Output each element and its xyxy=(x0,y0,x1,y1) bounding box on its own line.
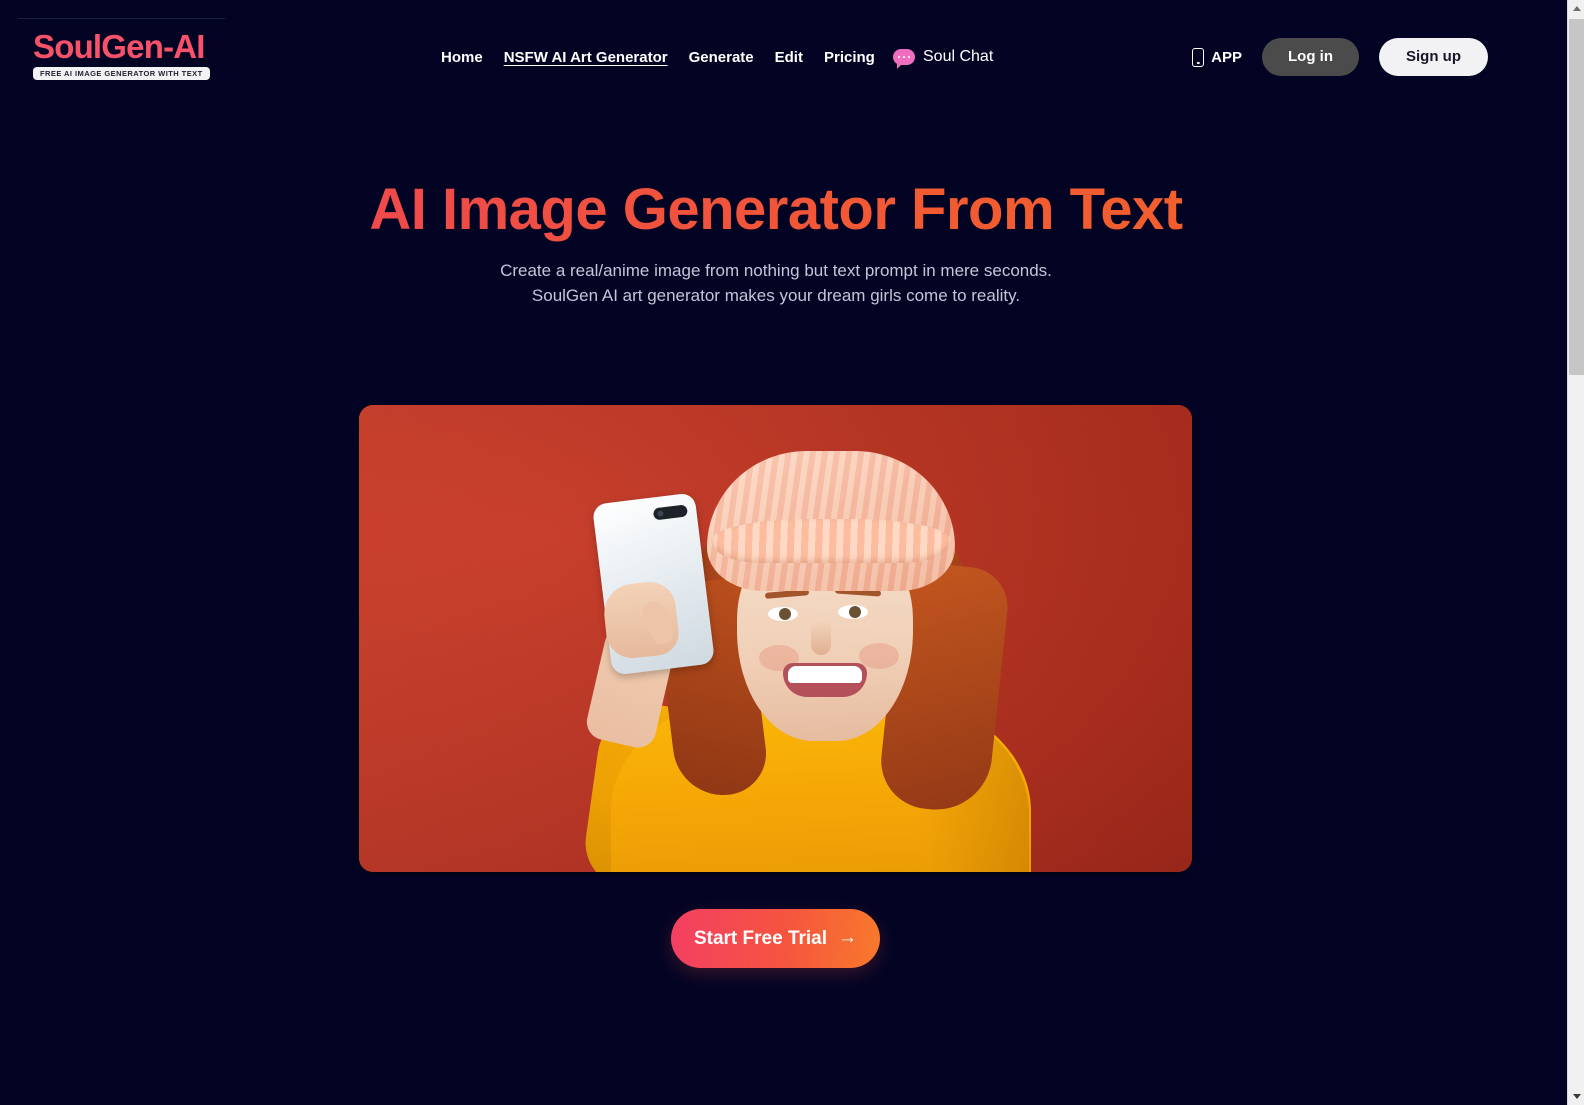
brand-logo-text: SoulGen-AI xyxy=(33,28,205,65)
subject-teeth xyxy=(788,666,862,683)
app-label: APP xyxy=(1211,48,1242,66)
subject-phone-camera xyxy=(652,504,689,521)
subject-iris-right xyxy=(849,606,861,618)
signup-button[interactable]: Sign up xyxy=(1379,38,1488,76)
header-actions: APP Log in Sign up xyxy=(1192,38,1488,76)
page-canvas: SoulGen-AI FREE AI IMAGE GENERATOR WITH … xyxy=(0,0,1552,1105)
nav-item-edit[interactable]: Edit xyxy=(775,47,803,69)
nav-item-soul-chat[interactable]: Soul Chat xyxy=(893,46,994,69)
chat-bubble-icon xyxy=(893,49,915,69)
soul-chat-label: Soul Chat xyxy=(923,48,994,65)
login-button[interactable]: Log in xyxy=(1262,38,1359,76)
subject-nose xyxy=(811,621,831,655)
cta-label: Start Free Trial xyxy=(693,927,828,949)
nav-item-nsfw-ai-art-generator[interactable]: NSFW AI Art Generator xyxy=(504,47,668,69)
site-header: SoulGen-AI FREE AI IMAGE GENERATOR WITH … xyxy=(0,0,1552,115)
arrow-right-icon: → xyxy=(838,927,858,948)
triangle-down-icon xyxy=(1572,1094,1581,1099)
app-download-link[interactable]: APP xyxy=(1192,47,1242,67)
subject-beanie-brim xyxy=(711,519,951,563)
start-free-trial-button[interactable]: Start Free Trial → xyxy=(671,909,880,968)
primary-navigation: Home NSFW AI Art Generator Generate Edit… xyxy=(441,47,875,69)
brand-tagline-badge: FREE AI IMAGE GENERATOR WITH TEXT xyxy=(33,67,210,80)
hero-image-subject xyxy=(359,405,1192,872)
triangle-up-icon xyxy=(1572,6,1581,11)
scrollbar-thumb[interactable] xyxy=(1569,19,1584,375)
chat-dot xyxy=(897,55,901,59)
nav-item-home[interactable]: Home xyxy=(441,47,483,69)
hero-subtitle-line-2: SoulGen AI art generator makes your drea… xyxy=(531,286,1021,305)
mobile-phone-icon xyxy=(1192,47,1205,67)
subject-mouth xyxy=(783,663,867,697)
page-title: AI Image Generator From Text xyxy=(0,176,1552,244)
nav-item-generate[interactable]: Generate xyxy=(689,47,754,69)
chat-dot xyxy=(902,55,906,59)
scroll-down-arrow[interactable] xyxy=(1568,1088,1584,1105)
hero-image xyxy=(359,405,1192,872)
vertical-scrollbar[interactable] xyxy=(1567,0,1584,1105)
hero-subtitle: Create a real/anime image from nothing b… xyxy=(0,258,1552,308)
subject-cheek-right xyxy=(859,643,899,669)
chat-dot xyxy=(907,55,911,59)
hero-subtitle-line-1: Create a real/anime image from nothing b… xyxy=(500,261,1052,280)
brand-logo[interactable]: SoulGen-AI FREE AI IMAGE GENERATOR WITH … xyxy=(33,30,233,81)
nav-item-pricing[interactable]: Pricing xyxy=(824,47,875,69)
scroll-up-arrow[interactable] xyxy=(1568,0,1584,17)
subject-iris-left xyxy=(779,608,791,620)
